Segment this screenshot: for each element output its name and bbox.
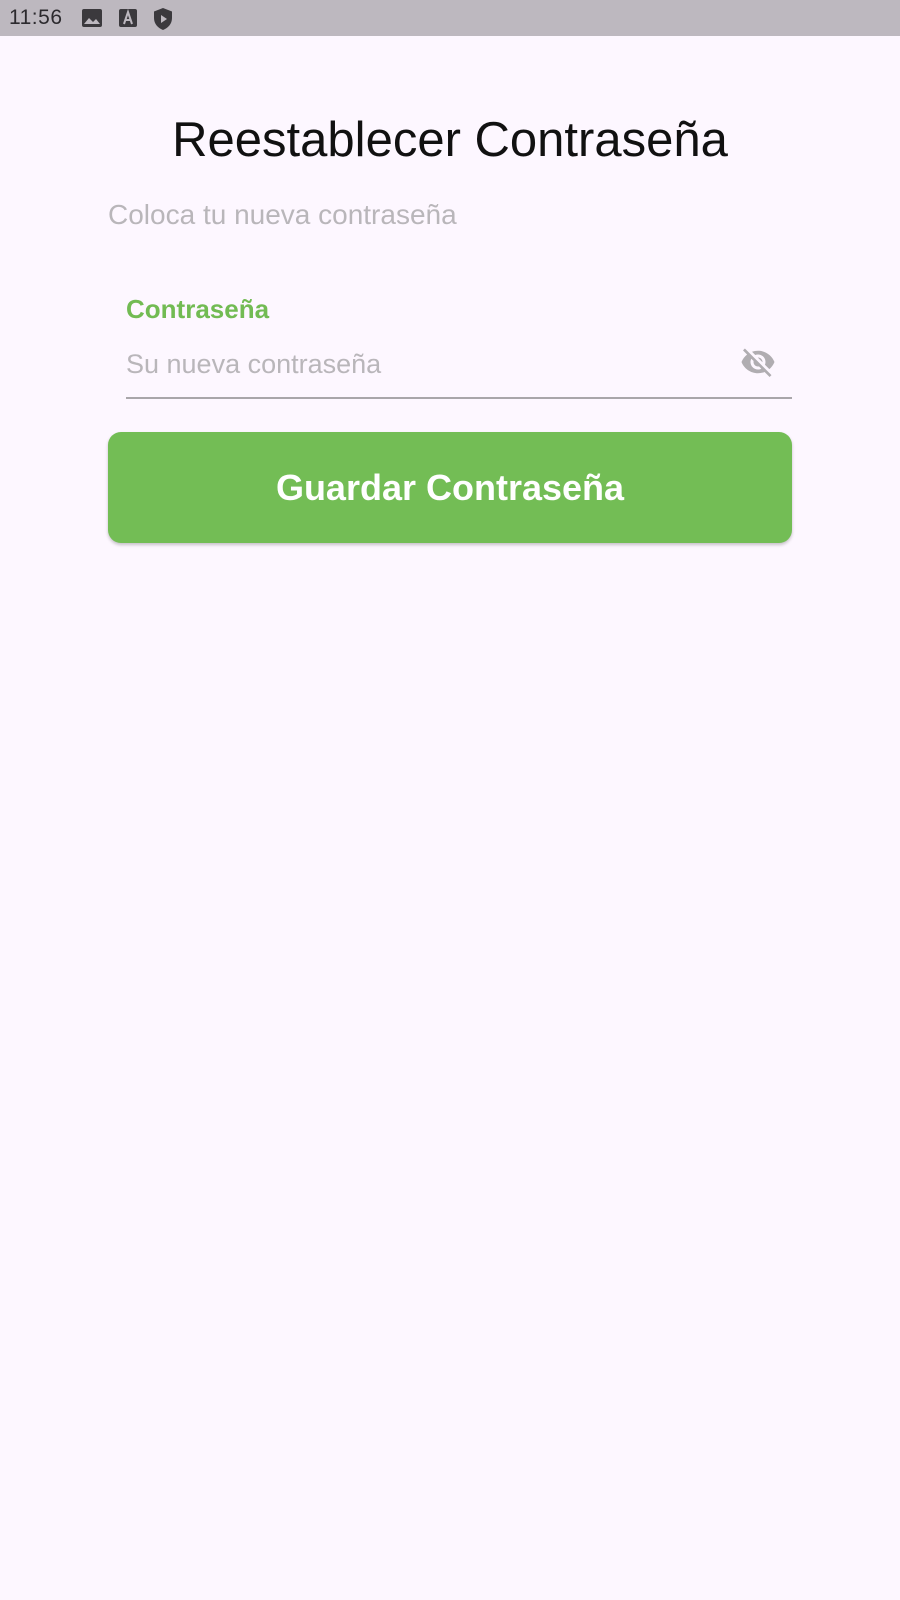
page-subtitle: Coloca tu nueva contraseña (108, 199, 457, 230)
password-label: Contraseña (126, 294, 270, 324)
image-icon (81, 7, 103, 29)
save-password-button[interactable]: Guardar Contraseña (108, 432, 792, 543)
page-title: Reestablecer Contraseña (172, 113, 728, 167)
reset-password-screen: 11:56 Reestablecer Contraseña Coloca tu … (0, 0, 900, 1600)
status-time: 11:56 (9, 6, 63, 29)
password-field: Contraseña (126, 292, 792, 399)
font-a-icon (117, 7, 139, 29)
shield-play-icon (152, 7, 174, 30)
status-bar: 11:56 (0, 0, 900, 36)
password-input[interactable] (126, 344, 716, 384)
password-underline (126, 397, 792, 399)
visibility-off-icon[interactable] (740, 344, 776, 380)
